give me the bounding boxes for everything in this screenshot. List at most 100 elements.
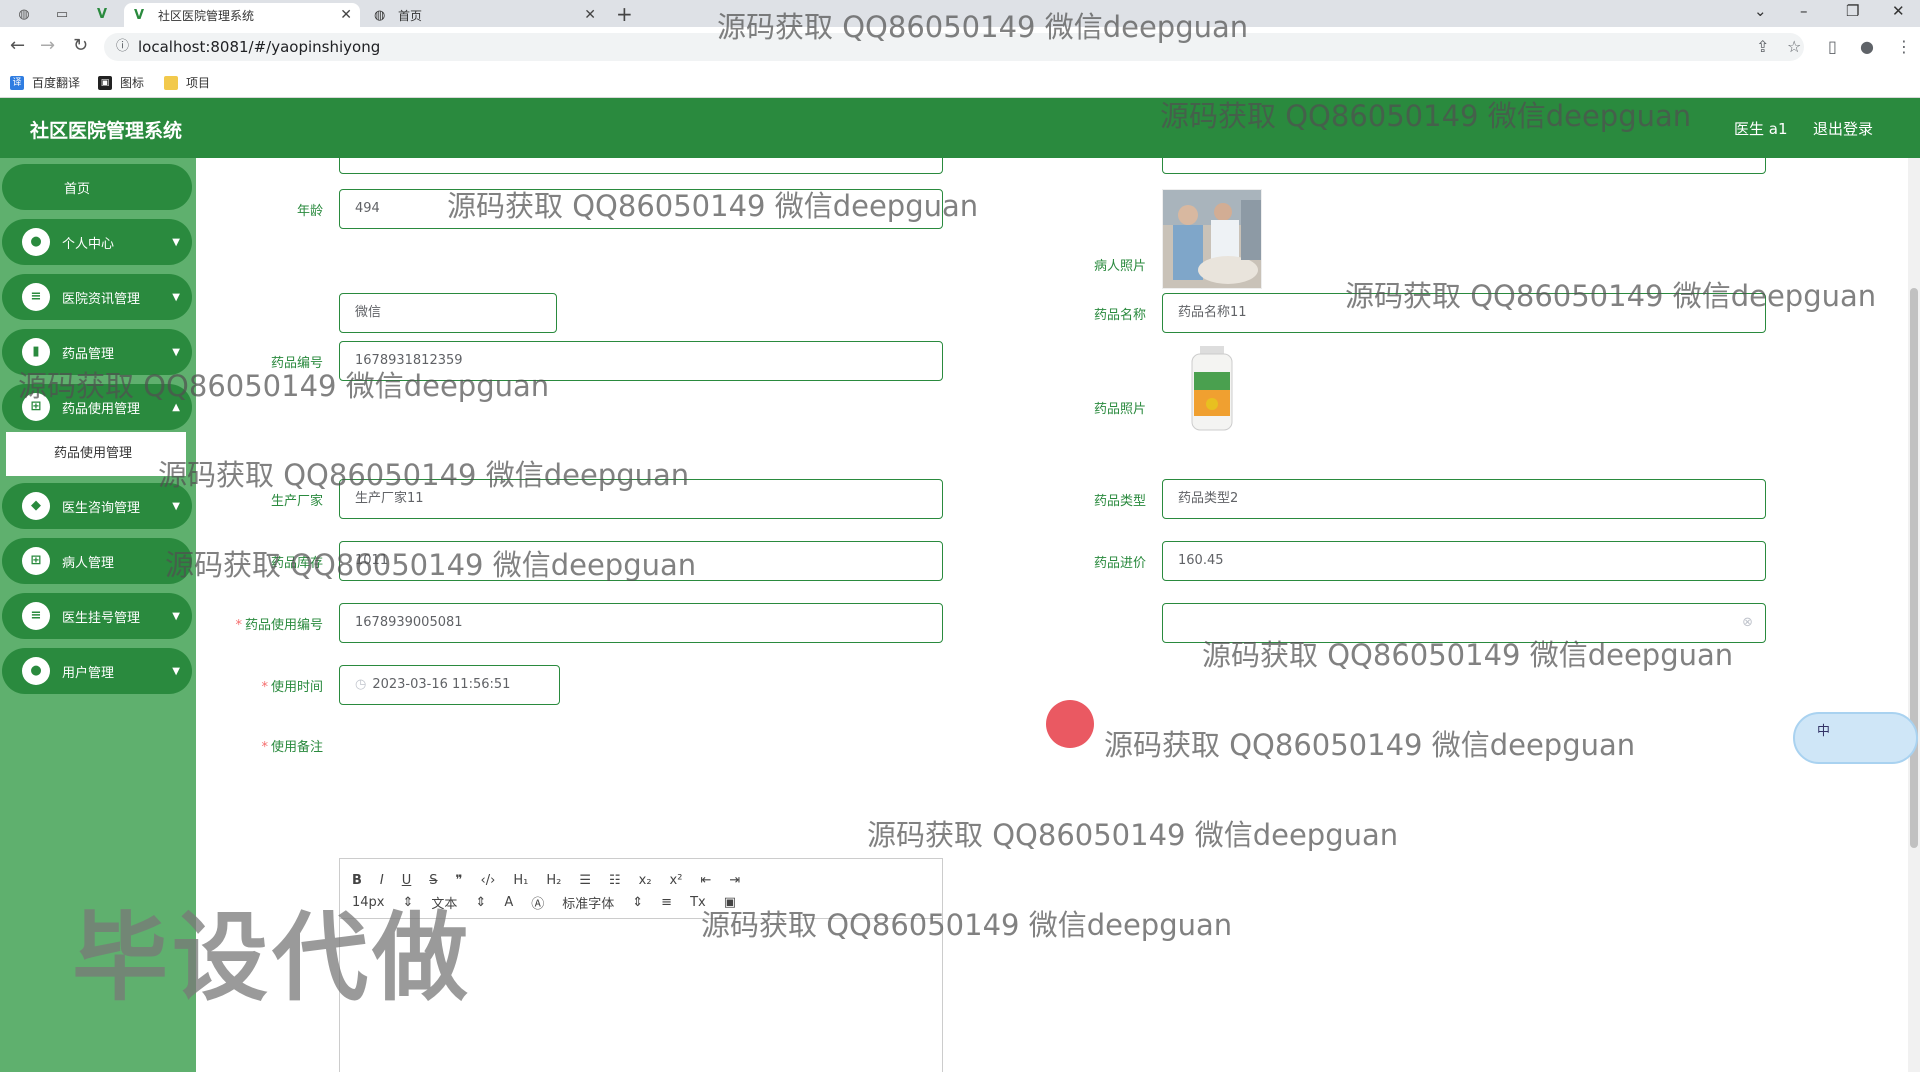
chart-icon: ▮ bbox=[22, 338, 50, 366]
usage-code-label: * 药品使用编号 bbox=[235, 618, 323, 633]
sidebar-item-label: 病人管理 bbox=[62, 555, 115, 571]
scrollbar-thumb[interactable] bbox=[1910, 288, 1918, 848]
font-color-icon[interactable]: A bbox=[504, 895, 513, 910]
patient-photo-label: 病人照片 bbox=[1093, 259, 1146, 274]
sidebar-item-registration[interactable]: ≡ 医生挂号管理 ▼ bbox=[2, 593, 192, 639]
watermark: 源码获取 QQ86050149 微信deepguan bbox=[1345, 279, 1877, 313]
logout-link[interactable]: 退出登录 bbox=[1813, 118, 1873, 139]
tab-home-title: 首页 bbox=[398, 8, 423, 23]
folder-icon[interactable]: ▭ bbox=[48, 4, 76, 24]
tab-app-title: 社区医院管理系统 bbox=[158, 8, 255, 23]
user-icon: ● bbox=[22, 228, 50, 256]
usage-time-value: 2023-03-16 11:56:51 bbox=[372, 677, 511, 692]
sidebar-item-home[interactable]: 首页 bbox=[2, 164, 192, 210]
clear-icon[interactable]: ⊗ bbox=[1742, 604, 1753, 642]
ordered-list-icon[interactable]: ☰ bbox=[579, 873, 591, 888]
watermark: 源码获取 QQ86050149 微信deepguan bbox=[158, 458, 690, 492]
big-watermark: 毕设代做 bbox=[72, 902, 472, 1014]
image-icon: ▣ bbox=[98, 75, 112, 90]
new-tab-button[interactable]: + bbox=[616, 2, 633, 26]
code-icon[interactable]: ‹/› bbox=[481, 873, 496, 888]
bookmark-icons[interactable]: ▣ 图标 bbox=[98, 74, 144, 91]
info-icon[interactable]: ⓘ bbox=[116, 33, 129, 61]
globe-icon: ◍ bbox=[374, 7, 386, 23]
price-field[interactable]: 160.45 bbox=[1162, 541, 1766, 581]
superscript-icon[interactable]: x² bbox=[670, 873, 683, 888]
star-icon[interactable]: ☆ bbox=[1787, 37, 1801, 56]
cursor-highlight bbox=[1046, 700, 1094, 748]
vue-icon[interactable]: V bbox=[88, 4, 116, 24]
forward-icon[interactable]: → bbox=[40, 35, 55, 56]
watermark: 源码获取 QQ86050149 微信deepguan bbox=[717, 10, 1249, 44]
chevron-down-icon: ▼ bbox=[172, 346, 180, 358]
bookmark-label: 图标 bbox=[120, 76, 145, 90]
sidebar-item-patients[interactable]: ⊞ 病人管理 bbox=[2, 538, 192, 584]
partial-field[interactable]: 微信 bbox=[339, 293, 557, 333]
subscript-icon[interactable]: x₂ bbox=[639, 873, 652, 888]
profile-icon[interactable]: ● bbox=[1860, 37, 1874, 56]
share-icon[interactable]: ⇪ bbox=[1756, 37, 1769, 56]
tab-home[interactable]: ◍ 首页 ✕ bbox=[364, 3, 604, 27]
sidebar-item-users[interactable]: ● 用户管理 ▼ bbox=[2, 648, 192, 694]
chevron-down-icon: ▼ bbox=[172, 500, 180, 512]
sidepanel-icon[interactable]: ▯ bbox=[1828, 37, 1837, 56]
sidebar-item-label: 用户管理 bbox=[62, 665, 115, 681]
url-text: localhost:8081/#/yaopinshiyong bbox=[138, 38, 381, 56]
back-icon[interactable]: ← bbox=[10, 35, 25, 56]
select-arrow-icon: ⇕ bbox=[475, 894, 487, 910]
sidebar-item-label: 医院资讯管理 bbox=[62, 291, 141, 307]
scrollbar[interactable] bbox=[1908, 158, 1920, 1072]
restore-icon[interactable]: ❐ bbox=[1846, 2, 1859, 20]
ime-indicator[interactable]: 中 bbox=[1793, 712, 1918, 764]
bookmark-label: 项目 bbox=[186, 76, 211, 90]
close-icon[interactable]: ✕ bbox=[584, 7, 596, 23]
grid-icon: ⊞ bbox=[22, 547, 50, 575]
usage-code-field[interactable]: 1678939005081 bbox=[339, 603, 943, 643]
clock-icon: ◷ bbox=[355, 677, 367, 692]
partial-input-left[interactable] bbox=[339, 158, 943, 174]
watermark: 源码获取 QQ86050149 微信deepguan bbox=[1104, 728, 1636, 762]
sidebar-item-label: 药品管理 bbox=[62, 346, 115, 362]
minimize-icon[interactable]: – bbox=[1800, 2, 1808, 20]
align-icon[interactable]: ≡ bbox=[661, 895, 672, 910]
watermark: 源码获取 QQ86050149 微信deepguan bbox=[447, 189, 979, 223]
select-arrow-icon: ⇕ bbox=[632, 894, 644, 910]
current-user: 医生 a1 bbox=[1734, 120, 1788, 138]
drug-photo-label: 药品照片 bbox=[1093, 402, 1146, 417]
list-icon: ≡ bbox=[22, 602, 50, 630]
sidebar-item-label: 首页 bbox=[63, 181, 90, 197]
sidebar-item-label: 个人中心 bbox=[62, 236, 115, 252]
indent-icon[interactable]: ⇥ bbox=[729, 873, 740, 888]
globe-icon[interactable]: ◍ bbox=[10, 4, 38, 24]
chevron-down-icon: ▼ bbox=[172, 236, 180, 248]
bullet-list-icon[interactable]: ☷ bbox=[609, 873, 621, 888]
price-label: 药品进价 bbox=[1093, 556, 1146, 571]
partial-input-right[interactable] bbox=[1162, 158, 1766, 174]
bg-color-icon[interactable]: Ⓐ bbox=[531, 893, 544, 912]
sidebar-item-news[interactable]: ≡ 医院资讯管理 ▼ bbox=[2, 274, 192, 320]
close-icon[interactable]: ✕ bbox=[340, 7, 352, 23]
sidebar-item-profile[interactable]: ● 个人中心 ▼ bbox=[2, 219, 192, 265]
bookmark-translate[interactable]: 译 百度翻译 bbox=[10, 74, 80, 91]
usage-time-label-text: 使用时间 bbox=[270, 680, 323, 695]
outdent-icon[interactable]: ⇤ bbox=[700, 873, 711, 888]
chevron-down-icon[interactable]: ⌄ bbox=[1754, 2, 1767, 20]
tab-app[interactable]: V 社区医院管理系统 ✕ bbox=[124, 3, 360, 27]
watermark: 源码获取 QQ86050149 微信deepguan bbox=[18, 369, 550, 403]
ime-label: 中 bbox=[1817, 724, 1831, 739]
usage-note-label-text: 使用备注 bbox=[270, 740, 323, 755]
watermark: 源码获取 QQ86050149 微信deepguan bbox=[701, 908, 1233, 942]
watermark: 源码获取 QQ86050149 微信deepguan bbox=[867, 818, 1399, 852]
menu-icon[interactable]: ⋮ bbox=[1896, 37, 1912, 56]
h1-icon[interactable]: H₁ bbox=[513, 873, 528, 888]
close-window-icon[interactable]: ✕ bbox=[1892, 2, 1905, 20]
usage-time-field[interactable]: ◷ 2023-03-16 11:56:51 bbox=[339, 665, 560, 705]
sidebar-item-label: 医生咨询管理 bbox=[62, 500, 141, 516]
font-family-select[interactable]: 标准字体 bbox=[562, 893, 614, 912]
usage-code-label-text: 药品使用编号 bbox=[244, 618, 323, 633]
reload-icon[interactable]: ↻ bbox=[73, 35, 88, 56]
drug-type-field[interactable]: 药品类型2 bbox=[1162, 479, 1766, 519]
bookmark-project[interactable]: 项目 bbox=[164, 74, 210, 91]
h2-icon[interactable]: H₂ bbox=[546, 873, 561, 888]
bookmark-label: 百度翻译 bbox=[32, 76, 81, 90]
